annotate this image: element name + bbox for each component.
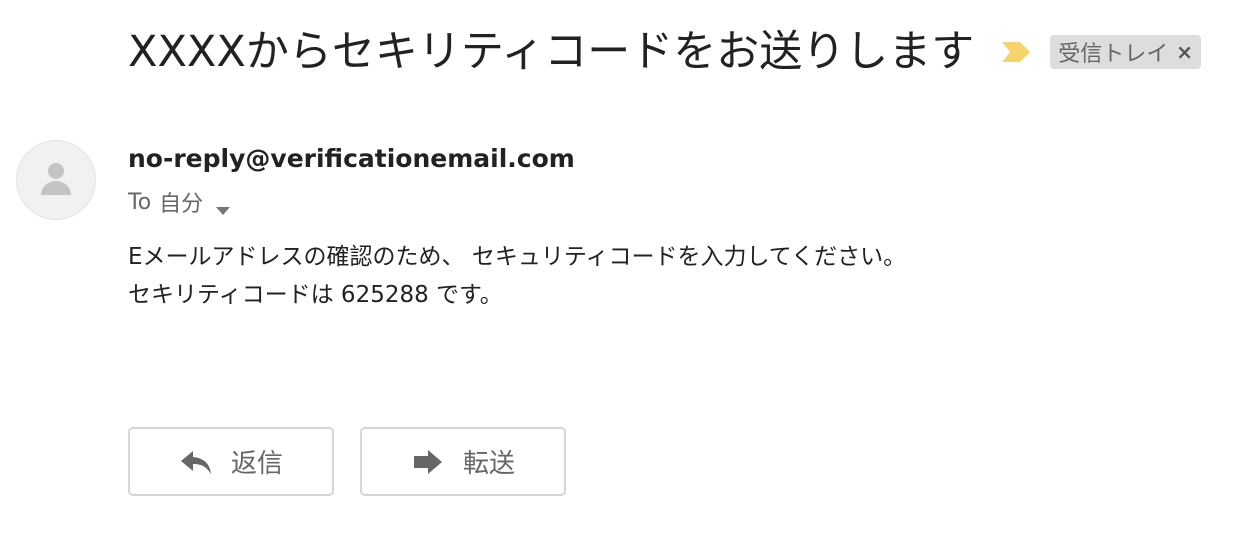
reply-label: 返信 [230, 449, 283, 479]
body-line: セキリティコードは 625288 です。 [128, 282, 503, 308]
forward-arrow-icon [411, 447, 445, 477]
caret-down-icon[interactable] [215, 197, 231, 215]
body-line: Eメールアドレスの確認のため、 セキュリティコードを入力してください。 [128, 244, 907, 270]
subject-row: XXXXからセキリティコードをお送りします 受信トレイ × [128, 22, 1202, 82]
email-body: Eメールアドレスの確認のため、 セキュリティコードを入力してください。 セキリテ… [128, 238, 906, 314]
forward-label: 転送 [462, 449, 515, 479]
inbox-label-text: 受信トレイ [1058, 42, 1169, 67]
person-avatar-icon [16, 140, 96, 220]
email-subject: XXXXからセキリティコードをお送りします [128, 27, 975, 77]
sender-address: no-reply@verificationemail.com [128, 144, 575, 173]
to-prefix: To [128, 189, 152, 215]
reply-button[interactable]: 返信 [128, 427, 334, 496]
reply-arrow-icon [179, 447, 213, 477]
to-recipient: 自分 [159, 192, 204, 217]
importance-marker-icon[interactable] [1000, 39, 1032, 65]
recipient-row: To 自分 [128, 186, 231, 218]
forward-button[interactable]: 転送 [360, 427, 566, 496]
remove-label-icon[interactable]: × [1176, 40, 1193, 64]
inbox-label-chip[interactable]: 受信トレイ × [1050, 35, 1202, 69]
email-view: XXXXからセキリティコードをお送りします 受信トレイ × no-reply@v… [0, 0, 1250, 558]
